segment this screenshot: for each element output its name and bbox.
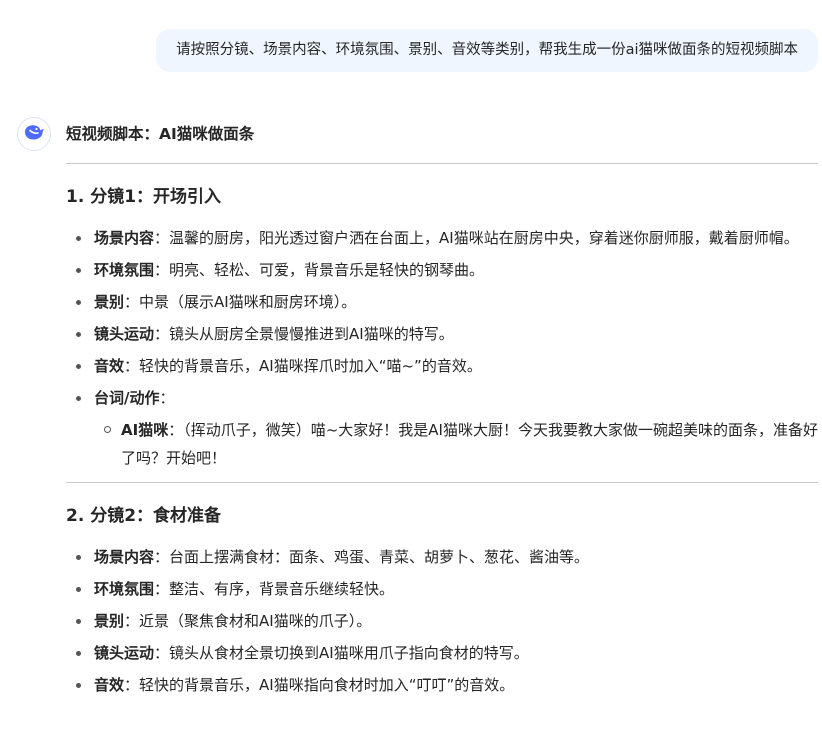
item-label: 景别 xyxy=(94,612,125,630)
deepseek-whale-icon xyxy=(23,123,45,145)
list-item: 环境氛围：整洁、有序，背景音乐继续轻快。 xyxy=(66,575,818,603)
item-label: 台词/动作 xyxy=(94,389,160,407)
item-label: 镜头运动 xyxy=(94,325,155,343)
item-text: ：温馨的厨房，阳光透过窗户洒在台面上，AI猫咪站在厨房中央，穿着迷你厨师服，戴着… xyxy=(154,229,799,247)
item-text: ：轻快的背景音乐，AI猫咪挥爪时加入“喵~”的音效。 xyxy=(124,357,482,375)
section-2: 2. 分镜2：食材准备 场景内容：台面上摆满食材：面条、鸡蛋、青菜、胡萝卜、葱花… xyxy=(66,503,818,699)
item-label: 景别 xyxy=(94,293,125,311)
section-heading: 2. 分镜2：食材准备 xyxy=(66,506,222,526)
item-text: ：轻快的背景音乐，AI猫咪指向食材时加入“叮叮”的音效。 xyxy=(124,676,515,694)
dialogue-list: AI猫咪：（挥动爪子，微笑）喵~大家好！我是AI猫咪大厨！今天我要教大家做一碗超… xyxy=(94,416,818,472)
item-text: ：明亮、轻松、可爱，背景音乐是轻快的钢琴曲。 xyxy=(154,261,485,279)
item-text: ：台面上摆满食材：面条、鸡蛋、青菜、胡萝卜、葱花、酱油等。 xyxy=(154,548,590,566)
dialogue-text: ：（挥动爪子，微笑）喵~大家好！我是AI猫咪大厨！今天我要教大家做一碗超美味的面… xyxy=(121,421,818,467)
list-item: 音效：轻快的背景音乐，AI猫咪指向食材时加入“叮叮”的音效。 xyxy=(66,671,818,699)
assistant-avatar xyxy=(17,117,51,151)
assistant-answer: 短视频脚本：AI猫咪做面条 1. 分镜1：开场引入 场景内容：温馨的厨房，阳光透… xyxy=(66,122,818,703)
list-item: 景别：近景（聚焦食材和AI猫咪的爪子）。 xyxy=(66,607,818,635)
list-item: 环境氛围：明亮、轻松、可爱，背景音乐是轻快的钢琴曲。 xyxy=(66,256,818,284)
divider xyxy=(66,163,818,164)
dialogue-item: AI猫咪：（挥动爪子，微笑）喵~大家好！我是AI猫咪大厨！今天我要教大家做一碗超… xyxy=(94,416,818,472)
section-heading: 1. 分镜1：开场引入 xyxy=(66,187,222,207)
item-label: 音效 xyxy=(94,676,125,694)
list-item: 场景内容：台面上摆满食材：面条、鸡蛋、青菜、胡萝卜、葱花、酱油等。 xyxy=(66,543,818,571)
list-item: 音效：轻快的背景音乐，AI猫咪挥爪时加入“喵~”的音效。 xyxy=(66,352,818,380)
section-item-list: 场景内容：台面上摆满食材：面条、鸡蛋、青菜、胡萝卜、葱花、酱油等。 环境氛围：整… xyxy=(66,543,818,699)
item-label: 音效 xyxy=(94,357,125,375)
item-text: ： xyxy=(159,389,175,407)
item-label: 场景内容 xyxy=(94,229,155,247)
item-label: 镜头运动 xyxy=(94,644,155,662)
list-item: 景别：中景（展示AI猫咪和厨房环境）。 xyxy=(66,288,818,316)
section-item-list: 场景内容：温馨的厨房，阳光透过窗户洒在台面上，AI猫咪站在厨房中央，穿着迷你厨师… xyxy=(66,224,818,472)
item-text: ：整洁、有序，背景音乐继续轻快。 xyxy=(154,580,395,598)
item-text: ：镜头从食材全景切换到AI猫咪用爪子指向食材的特写。 xyxy=(154,644,529,662)
item-text: ：镜头从厨房全景慢慢推进到AI猫咪的特写。 xyxy=(154,325,454,343)
item-text: ：近景（聚焦食材和AI猫咪的爪子）。 xyxy=(124,612,372,630)
item-label: 环境氛围 xyxy=(94,261,155,279)
list-item: 场景内容：温馨的厨房，阳光透过窗户洒在台面上，AI猫咪站在厨房中央，穿着迷你厨师… xyxy=(66,224,818,252)
item-label: 环境氛围 xyxy=(94,580,155,598)
user-message-bubble: 请按照分镜、场景内容、环境氛围、景别、音效等类别，帮我生成一份ai猫咪做面条的短… xyxy=(156,29,818,72)
list-item: 镜头运动：镜头从食材全景切换到AI猫咪用爪子指向食材的特写。 xyxy=(66,639,818,667)
section-1: 1. 分镜1：开场引入 场景内容：温馨的厨房，阳光透过窗户洒在台面上，AI猫咪站… xyxy=(66,184,818,472)
item-label: 场景内容 xyxy=(94,548,155,566)
answer-title: 短视频脚本：AI猫咪做面条 xyxy=(66,125,255,143)
user-message-text: 请按照分镜、场景内容、环境氛围、景别、音效等类别，帮我生成一份ai猫咪做面条的短… xyxy=(176,42,798,58)
speaker-label: AI猫咪 xyxy=(121,421,169,439)
item-text: ：中景（展示AI猫咪和厨房环境）。 xyxy=(124,293,357,311)
list-item: 镜头运动：镜头从厨房全景慢慢推进到AI猫咪的特写。 xyxy=(66,320,818,348)
divider xyxy=(66,482,818,483)
list-item: 台词/动作： AI猫咪：（挥动爪子，微笑）喵~大家好！我是AI猫咪大厨！今天我要… xyxy=(66,384,818,472)
